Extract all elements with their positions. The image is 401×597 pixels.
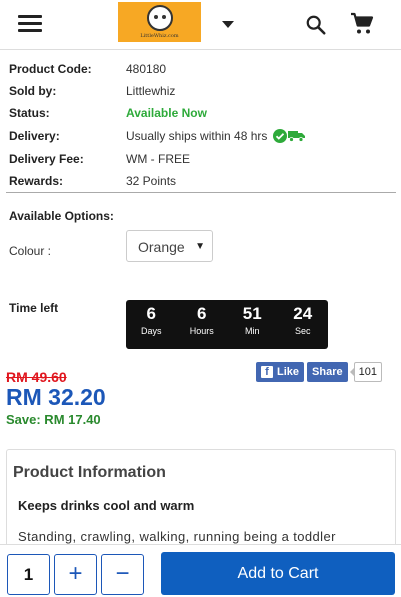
timer-unit: Sec bbox=[294, 326, 311, 336]
facebook-icon: f bbox=[261, 366, 273, 378]
rewards-label: Rewards: bbox=[9, 174, 64, 188]
timer-value: 51 bbox=[242, 304, 262, 323]
delivery-label: Delivery: bbox=[9, 129, 60, 143]
product-code-row: Product Code: 480180 bbox=[9, 58, 395, 80]
timer-value: 6 bbox=[146, 304, 156, 323]
sold-by-value[interactable]: Littlewhiz bbox=[126, 84, 175, 98]
timer-unit: Hours bbox=[189, 326, 214, 336]
logo-face-icon bbox=[146, 5, 173, 31]
delivery-value: Usually ships within 48 hrs bbox=[126, 129, 305, 144]
cart-bar: 1 + − Add to Cart bbox=[0, 544, 401, 597]
details-divider bbox=[6, 192, 396, 193]
sold-by-row: Sold by: Littlewhiz bbox=[9, 80, 395, 102]
delivery-fee-label: Delivery Fee: bbox=[9, 152, 84, 166]
sale-price: RM 32.20 bbox=[6, 384, 106, 410]
increase-quantity-button[interactable]: + bbox=[54, 554, 97, 595]
site-logo[interactable]: LittleWhiz.com bbox=[118, 2, 201, 42]
sold-by-label: Sold by: bbox=[9, 84, 57, 98]
timer-value: 24 bbox=[293, 304, 313, 323]
quantity-input[interactable]: 1 bbox=[7, 554, 50, 595]
savings-amount: Save: RM 17.40 bbox=[6, 412, 101, 427]
timer-hours: 6 Hours bbox=[177, 300, 228, 349]
timer-minutes: 51 Min bbox=[227, 300, 278, 349]
search-icon[interactable] bbox=[305, 14, 327, 36]
delivery-row: Delivery: Usually ships within 48 hrs bbox=[9, 124, 395, 148]
timer-unit: Days bbox=[140, 326, 162, 336]
menu-icon[interactable] bbox=[18, 15, 42, 35]
ship-icons bbox=[272, 129, 305, 144]
facebook-widget: f Like Share 101 bbox=[256, 362, 382, 382]
product-information-subtitle: Keeps drinks cool and warm bbox=[18, 498, 195, 513]
options-title: Available Options: bbox=[9, 209, 114, 223]
logo-text: LittleWhiz.com bbox=[140, 33, 179, 39]
time-left-label: Time left bbox=[9, 301, 59, 315]
share-label: Share bbox=[312, 366, 343, 378]
like-label: Like bbox=[277, 366, 300, 378]
status-value: Available Now bbox=[126, 106, 207, 120]
delivery-text: Usually ships within 48 hrs bbox=[126, 128, 268, 143]
original-price: RM 49.60 bbox=[6, 369, 67, 385]
product-code-label: Product Code: bbox=[9, 62, 92, 76]
product-code-value: 480180 bbox=[126, 62, 167, 76]
truck-icon bbox=[287, 131, 305, 143]
product-details: Product Code: 480180 Sold by: Littlewhiz… bbox=[9, 58, 395, 192]
rewards-value: 32 Points bbox=[126, 174, 177, 188]
check-circle-icon bbox=[272, 129, 287, 144]
share-count: 101 bbox=[349, 362, 382, 382]
status-label: Status: bbox=[9, 106, 50, 120]
add-to-cart-button[interactable]: Add to Cart bbox=[161, 552, 395, 595]
caret-down-icon[interactable] bbox=[222, 21, 234, 28]
facebook-like-button[interactable]: f Like bbox=[256, 362, 305, 382]
colour-selected-value: Orange bbox=[138, 239, 185, 255]
decrease-quantity-button[interactable]: − bbox=[101, 554, 144, 595]
select-arrow-icon: ▼ bbox=[195, 241, 205, 252]
delivery-fee-row: Delivery Fee: WM - FREE bbox=[9, 148, 395, 170]
cart-icon[interactable] bbox=[350, 12, 374, 36]
colour-select[interactable]: Orange ▼ bbox=[126, 230, 213, 262]
colour-label: Colour : bbox=[9, 244, 52, 258]
product-information-title: Product Information bbox=[13, 464, 166, 481]
top-header: LittleWhiz.com bbox=[0, 0, 401, 50]
status-row: Status: Available Now bbox=[9, 102, 395, 124]
timer-seconds: 24 Sec bbox=[278, 300, 329, 349]
timer-value: 6 bbox=[197, 304, 207, 323]
rewards-row: Rewards: 32 Points bbox=[9, 170, 395, 192]
delivery-fee-value: WM - FREE bbox=[126, 152, 190, 166]
countdown-timer: 6 Days 6 Hours 51 Min 24 Sec bbox=[126, 300, 328, 349]
timer-days: 6 Days bbox=[126, 300, 177, 349]
timer-unit: Min bbox=[244, 326, 260, 336]
facebook-share-button[interactable]: Share bbox=[307, 362, 348, 382]
product-information-text: Standing, crawling, walking, running bei… bbox=[18, 529, 336, 544]
